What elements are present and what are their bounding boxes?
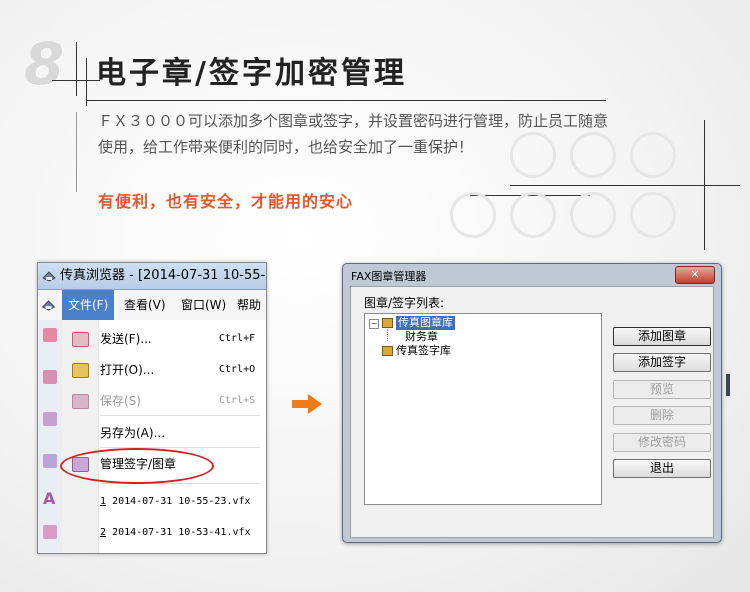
recent-file-number: 2	[100, 527, 107, 538]
dialog-body: 图章/签字列表: − 传真图章库 财务章 传真签字库 添加图章 添加签字 预览 …	[350, 286, 714, 538]
fax-app-icon	[41, 300, 56, 311]
section-title: 电子章/签字加密管理	[96, 56, 407, 91]
side-toolbar: A	[38, 320, 63, 553]
tree-connector	[387, 329, 389, 341]
window-title: 传真浏览器 - [2014-07-31 10-55-23.	[60, 268, 267, 283]
tree-node-stamp-library[interactable]: 传真图章库	[396, 316, 455, 330]
divider-line	[510, 185, 740, 186]
recent-file-item[interactable]: 2 2014-07-31 10-53-41.vfx	[62, 521, 266, 545]
recent-file-label: 2 2014-07-31 10-53-41.vfx	[100, 521, 251, 545]
tree-node-signature-library[interactable]: 传真签字库	[396, 344, 451, 358]
menu-item-label: 另存为(A)...	[100, 426, 166, 440]
menu-separator	[100, 415, 260, 416]
exit-button[interactable]: 退出	[613, 459, 711, 478]
menu-item-label: 保存(S)	[100, 394, 141, 408]
signature-library-icon	[382, 346, 393, 356]
menu-item-save-as[interactable]: 另存为(A)...	[62, 421, 266, 445]
menu-view[interactable]: 查看(V)	[124, 290, 166, 320]
divider-line	[86, 100, 606, 101]
menu-item-shortcut: Ctrl+S	[219, 395, 256, 406]
collapse-icon[interactable]: −	[369, 319, 379, 329]
recent-file-item[interactable]: 1 2014-07-31 10-55-23.vfx	[62, 490, 266, 514]
recent-file-number: 1	[100, 496, 107, 507]
menu-window[interactable]: 窗口(W)	[181, 290, 226, 320]
stamp-library-icon	[382, 318, 393, 328]
decor-circle	[450, 192, 496, 238]
menu-item-label: 发送(F)...	[100, 332, 152, 346]
delete-button[interactable]: 删除	[613, 406, 711, 425]
send-fax-icon	[72, 332, 89, 347]
recent-file-name: 2014-07-31 10-55-23.vfx	[112, 496, 251, 507]
pen-icon[interactable]	[43, 525, 57, 539]
arrow-right-icon	[292, 394, 322, 414]
stamp-tree[interactable]: − 传真图章库 财务章 传真签字库	[364, 313, 602, 505]
save-disk-icon	[72, 394, 89, 409]
menu-help[interactable]: 帮助	[237, 290, 261, 320]
menu-item-shortcut: Ctrl+O	[219, 364, 256, 375]
description-line: 使用，给工作带来便利的同时，也给安全加了一重保护！	[98, 138, 474, 156]
decor-circle	[630, 192, 676, 238]
menu-item-open[interactable]: 打开(O)... Ctrl+O	[62, 358, 266, 382]
fax-app-icon	[42, 271, 56, 282]
divider-line	[76, 42, 77, 96]
dialog-title: FAX图章管理器	[351, 270, 427, 283]
decor-circle	[570, 192, 616, 238]
fax-browser-window: 传真浏览器 - [2014-07-31 10-55-23. 文件(F) 查看(V…	[37, 262, 267, 554]
annotation-ellipse	[60, 448, 214, 484]
description-line: ＦＸ３０００可以添加多个图章或签字，并设置密码进行管理，防止员工随意	[98, 112, 609, 130]
stamp-list-label: 图章/签字列表:	[364, 296, 445, 310]
recent-file-name: 2014-07-31 10-53-41.vfx	[112, 527, 251, 538]
scroll-marker	[726, 374, 730, 396]
highlight-slogan: 有便利，也有安全，才能用的安心	[98, 192, 354, 211]
divider-line	[76, 112, 77, 192]
send-icon[interactable]	[43, 328, 57, 342]
recent-file-label: 1 2014-07-31 10-55-23.vfx	[100, 490, 251, 514]
file-menu-dropdown: 发送(F)... Ctrl+F 打开(O)... Ctrl+O 保存(S) Ct…	[62, 320, 266, 553]
menu-file[interactable]: 文件(F)	[62, 290, 115, 320]
picture-icon[interactable]	[43, 454, 57, 468]
user-icon[interactable]	[43, 370, 57, 384]
change-password-button[interactable]: 修改密码	[613, 433, 711, 452]
window-titlebar: 传真浏览器 - [2014-07-31 10-55-23.	[38, 263, 266, 290]
menu-bar: 文件(F) 查看(V) 窗口(W) 帮助	[38, 290, 266, 321]
open-folder-icon	[72, 363, 89, 378]
section-number: 8	[24, 30, 65, 98]
stamp-manager-dialog: FAX图章管理器 ✕ 图章/签字列表: − 传真图章库 财务章 传真签字库 添加…	[342, 263, 730, 543]
menu-item-save[interactable]: 保存(S) Ctrl+S	[62, 389, 266, 413]
add-stamp-button[interactable]: 添加图章	[613, 327, 711, 346]
add-signature-button[interactable]: 添加签字	[613, 353, 711, 372]
divider-line	[86, 58, 87, 106]
image-icon[interactable]	[43, 412, 57, 426]
decor-circle	[510, 192, 556, 238]
menu-item-send[interactable]: 发送(F)... Ctrl+F	[62, 327, 266, 351]
text-icon[interactable]: A	[43, 491, 57, 507]
menu-item-label: 打开(O)...	[100, 363, 155, 377]
close-button[interactable]: ✕	[675, 266, 715, 284]
tree-node-finance-stamp[interactable]: 财务章	[405, 330, 438, 344]
preview-button[interactable]: 预览	[613, 380, 711, 399]
menu-item-shortcut: Ctrl+F	[219, 333, 256, 344]
section-description: ＦＸ３０００可以添加多个图章或签字，并设置密码进行管理，防止员工随意 使用，给工…	[98, 108, 698, 160]
